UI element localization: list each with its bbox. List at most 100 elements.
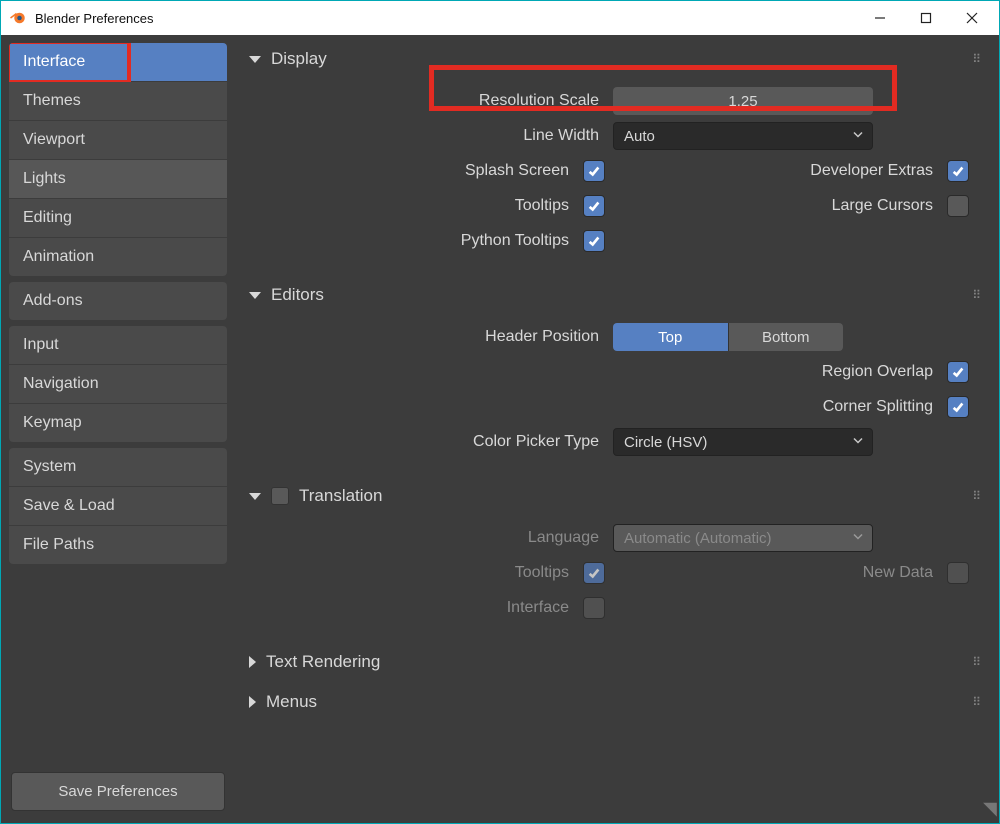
- category-sidebar: Interface Themes Viewport Lights Editing…: [1, 35, 233, 823]
- panel-header-display[interactable]: Display ⠿: [235, 41, 993, 77]
- disclosure-down-icon: [249, 292, 261, 299]
- sidebar-item-label: Save & Load: [23, 497, 115, 514]
- disclosure-down-icon: [249, 493, 261, 500]
- sidebar-item-themes[interactable]: Themes: [9, 82, 227, 120]
- sidebar-item-label: Viewport: [23, 131, 85, 148]
- sidebar-item-label: Animation: [23, 248, 94, 265]
- sidebar-item-input[interactable]: Input: [9, 326, 227, 364]
- header-position-bottom[interactable]: Bottom: [729, 323, 844, 351]
- sidebar-item-label: Input: [23, 336, 59, 353]
- large-cursors-checkbox[interactable]: [947, 195, 969, 217]
- preferences-content: Display ⠿ Resolution Scale 1.25 Line Wid…: [233, 35, 999, 823]
- panel-drag-grip-icon[interactable]: ⠿: [972, 489, 983, 503]
- sidebar-item-label: Add-ons: [23, 292, 83, 309]
- sidebar-item-system[interactable]: System: [9, 448, 227, 486]
- language-select[interactable]: Automatic (Automatic): [613, 524, 873, 552]
- window-minimize-button[interactable]: [857, 2, 903, 34]
- panel-drag-grip-icon[interactable]: ⠿: [972, 695, 983, 709]
- translation-tooltips-label: Tooltips: [253, 564, 583, 582]
- window-close-button[interactable]: [949, 2, 995, 34]
- chevron-down-icon: [852, 530, 864, 547]
- region-overlap-checkbox[interactable]: [947, 361, 969, 383]
- sidebar-item-label: Lights: [23, 170, 66, 187]
- sidebar-item-addons[interactable]: Add-ons: [9, 282, 227, 320]
- panel-display: Display ⠿ Resolution Scale 1.25 Line Wid…: [235, 41, 993, 273]
- resolution-scale-field[interactable]: 1.25: [613, 87, 873, 115]
- resolution-scale-label: Resolution Scale: [253, 92, 613, 110]
- disclosure-right-icon: [249, 696, 256, 708]
- panel-title: Text Rendering: [266, 652, 380, 672]
- line-width-select[interactable]: Auto: [613, 122, 873, 150]
- color-picker-type-label: Color Picker Type: [253, 433, 613, 451]
- translation-interface-checkbox[interactable]: [583, 597, 605, 619]
- window-title: Blender Preferences: [35, 11, 154, 26]
- python-tooltips-checkbox[interactable]: [583, 230, 605, 252]
- sidebar-item-animation[interactable]: Animation: [9, 238, 227, 276]
- sidebar-item-editing[interactable]: Editing: [9, 199, 227, 237]
- new-data-label: New Data: [691, 564, 947, 582]
- sidebar-item-label: File Paths: [23, 536, 94, 553]
- header-position-segment: Top Bottom: [613, 323, 843, 351]
- sidebar-item-label: Editing: [23, 209, 72, 226]
- preferences-window: Blender Preferences Interface Themes Vie…: [0, 0, 1000, 824]
- save-preferences-button[interactable]: Save Preferences: [11, 772, 225, 811]
- tooltips-checkbox[interactable]: [583, 195, 605, 217]
- window-maximize-button[interactable]: [903, 2, 949, 34]
- sidebar-item-viewport[interactable]: Viewport: [9, 121, 227, 159]
- chevron-down-icon: [852, 434, 864, 451]
- panel-title: Menus: [266, 692, 317, 712]
- large-cursors-label: Large Cursors: [691, 197, 947, 215]
- python-tooltips-label: Python Tooltips: [253, 232, 583, 250]
- sidebar-item-navigation[interactable]: Navigation: [9, 365, 227, 403]
- resize-grip-icon[interactable]: ◣: [983, 800, 997, 821]
- disclosure-down-icon: [249, 56, 261, 63]
- panel-title: Translation: [299, 486, 382, 506]
- splash-screen-checkbox[interactable]: [583, 160, 605, 182]
- header-position-top[interactable]: Top: [613, 323, 729, 351]
- developer-extras-checkbox[interactable]: [947, 160, 969, 182]
- blender-logo-icon: [9, 9, 27, 27]
- panel-drag-grip-icon[interactable]: ⠿: [972, 288, 983, 302]
- translation-tooltips-checkbox[interactable]: [583, 562, 605, 584]
- sidebar-item-label: Keymap: [23, 414, 82, 431]
- corner-splitting-label: Corner Splitting: [691, 398, 947, 416]
- panel-header-editors[interactable]: Editors ⠿: [235, 277, 993, 313]
- sidebar-item-file-paths[interactable]: File Paths: [9, 526, 227, 564]
- sidebar-item-interface[interactable]: Interface: [9, 43, 227, 81]
- sidebar-item-keymap[interactable]: Keymap: [9, 404, 227, 442]
- new-data-checkbox[interactable]: [947, 562, 969, 584]
- titlebar: Blender Preferences: [1, 1, 999, 35]
- panel-header-text-rendering[interactable]: Text Rendering ⠿: [235, 644, 993, 680]
- line-width-label: Line Width: [253, 127, 613, 145]
- panel-editors: Editors ⠿ Header Position Top Bottom: [235, 277, 993, 474]
- sidebar-item-lights[interactable]: Lights: [9, 160, 227, 198]
- sidebar-item-label: Navigation: [23, 375, 99, 392]
- select-value: Circle (HSV): [624, 434, 707, 451]
- panel-title: Editors: [271, 285, 324, 305]
- corner-splitting-checkbox[interactable]: [947, 396, 969, 418]
- panel-drag-grip-icon[interactable]: ⠿: [972, 52, 983, 66]
- sidebar-item-label: Themes: [23, 92, 81, 109]
- region-overlap-label: Region Overlap: [691, 363, 947, 381]
- language-label: Language: [253, 529, 613, 547]
- tooltips-label: Tooltips: [253, 197, 583, 215]
- color-picker-type-select[interactable]: Circle (HSV): [613, 428, 873, 456]
- chevron-down-icon: [852, 128, 864, 145]
- panel-header-menus[interactable]: Menus ⠿: [235, 684, 993, 720]
- select-value: Auto: [624, 128, 655, 145]
- panel-menus: Menus ⠿: [235, 684, 993, 720]
- sidebar-item-save-load[interactable]: Save & Load: [9, 487, 227, 525]
- developer-extras-label: Developer Extras: [691, 162, 947, 180]
- header-position-label: Header Position: [253, 328, 613, 346]
- disclosure-right-icon: [249, 656, 256, 668]
- panel-drag-grip-icon[interactable]: ⠿: [972, 655, 983, 669]
- translation-enable-checkbox[interactable]: [271, 487, 289, 505]
- sidebar-item-label: Interface: [23, 53, 85, 70]
- panel-translation: Translation ⠿ Language Automatic (Automa…: [235, 478, 993, 640]
- translation-interface-label: Interface: [253, 599, 583, 617]
- select-value: Automatic (Automatic): [624, 530, 772, 547]
- panel-text-rendering: Text Rendering ⠿: [235, 644, 993, 680]
- splash-screen-label: Splash Screen: [253, 162, 583, 180]
- panel-header-translation[interactable]: Translation ⠿: [235, 478, 993, 514]
- panel-title: Display: [271, 49, 327, 69]
